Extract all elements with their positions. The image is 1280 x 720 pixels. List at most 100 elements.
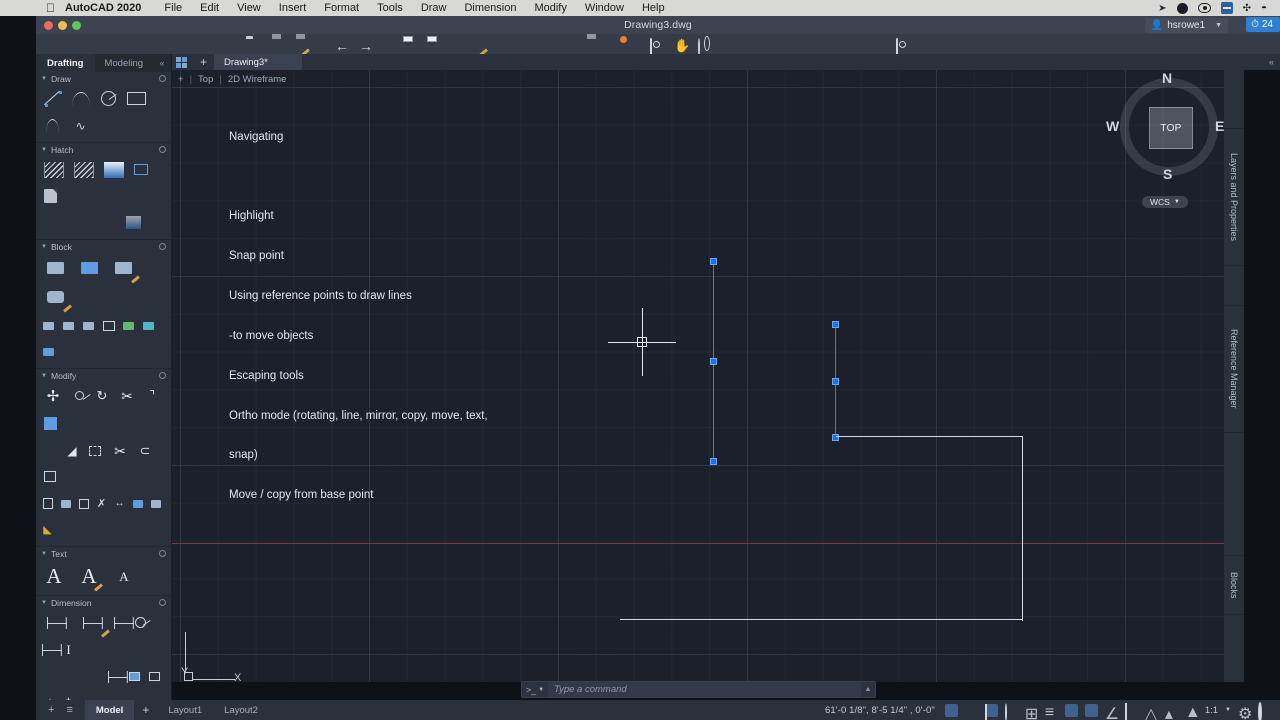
plot-preview-icon[interactable] [424,39,439,54]
record-circle-icon[interactable] [1172,2,1193,14]
tool-spline[interactable]: ∿ [68,114,93,137]
tool-dim-ordinate[interactable] [106,665,128,688]
tool-circle[interactable] [96,87,121,110]
menu-help[interactable]: Help [633,2,674,14]
tool-line[interactable] [40,87,65,110]
trial-clock-badge[interactable]: ⏱ 24 [1246,17,1280,32]
menu-format[interactable]: Format [315,2,368,14]
tool-stretch[interactable]: ↔ [112,492,127,515]
polyline-right-segment[interactable] [1022,436,1024,621]
tool-align[interactable] [130,492,145,515]
section-header-block[interactable]: ▼ Block [36,240,171,253]
plus-icon[interactable]: + [193,55,214,69]
new-layout-button[interactable]: + [134,700,157,720]
page-setup-icon[interactable] [448,39,463,54]
gear-icon[interactable] [159,243,166,250]
menu-view[interactable]: View [228,2,270,14]
export-icon[interactable] [537,39,552,54]
import-icon[interactable] [513,39,528,54]
pan-icon[interactable]: ✋ [674,39,690,54]
app-name-label[interactable]: AutoCAD 2020 [65,2,155,14]
tool-rotate[interactable]: ↻ [92,384,112,407]
tool-mirror[interactable]: ◢ [62,439,82,462]
viewcube-west-label[interactable]: W [1106,118,1119,134]
gear-icon[interactable] [1258,701,1271,720]
grip-point[interactable] [832,378,839,385]
workspace-icon[interactable]: ▲ [1185,704,1201,720]
document-tab-drawing3[interactable]: Drawing3* [214,54,302,70]
apple-logo-icon[interactable]:  [0,2,65,14]
tool-chamfer[interactable]: ⊂ [135,439,155,462]
tool-hatch-transparency[interactable] [121,211,146,234]
tool-trim[interactable]: ✂ [115,384,139,407]
undo-icon[interactable]: ← [335,39,350,54]
gear-icon[interactable] [159,599,166,606]
save-block-icon[interactable] [585,39,600,54]
wifi-icon[interactable]: ◓ [1256,3,1272,14]
tool-block-redefine[interactable] [40,340,57,363]
tool-block-green[interactable] [120,314,137,337]
object-snap-icon[interactable]: ⊞ [1025,704,1038,720]
node-link-icon[interactable] [811,39,826,54]
collapse-ribbon-icon[interactable]: « [1269,57,1280,67]
tool-hatch[interactable] [40,158,67,181]
layout-tab-layout1[interactable]: Layout1 [157,700,213,720]
block-editor-icon[interactable] [739,39,754,54]
annotation-visibility-icon[interactable] [1124,702,1138,720]
polyline-bottom-segment[interactable] [620,619,1023,621]
tool-array[interactable] [40,412,60,435]
tool-dim-linear[interactable] [40,611,73,635]
tool-scale[interactable] [85,439,105,462]
save-icon[interactable] [270,39,285,54]
user-account-chip[interactable]: 👤 hsrowe1 ▼ [1144,18,1228,33]
orbit-icon[interactable] [698,37,713,57]
tool-boundary[interactable] [40,184,61,207]
sidebar-tab-layers-and-properties[interactable]: Layers and Properties [1224,128,1244,266]
tool-block-cyan[interactable] [140,314,157,337]
gear-icon[interactable] [159,550,166,557]
tab-modeling[interactable]: Modeling [95,54,154,72]
tool-edit-text[interactable]: A [76,563,103,592]
attach-icon[interactable] [561,39,576,54]
drawing-canvas[interactable]: + | Top | 2D Wireframe Navigating Highli… [172,70,1224,682]
location-arrow-icon[interactable]: ➤ [1153,3,1171,14]
menu-edit[interactable]: Edit [191,2,228,14]
tab-drafting[interactable]: Drafting [36,54,95,72]
layout-tab-layout2[interactable]: Layout2 [213,700,269,720]
customization-icon[interactable]: ⚙ [1238,704,1252,720]
open-icon[interactable] [246,39,261,54]
tool-block-add[interactable] [100,314,117,337]
tool-insert-block[interactable] [74,255,105,281]
layout-tab-model[interactable]: Model [84,700,135,720]
coordinate-readout[interactable]: 61'-0 1/8", 8'-5 1/4" , 0'-0" [825,705,945,716]
add-layout-icon[interactable]: + [48,704,54,716]
tool-dim-center[interactable]: I [60,638,77,661]
tool-hatch-edit[interactable] [130,158,151,181]
save-as-icon[interactable] [294,39,310,57]
command-line[interactable]: >_ ▼ ▲ [521,681,876,698]
sidebar-tab-reference-manager[interactable]: Reference Manager [1224,305,1244,433]
command-input[interactable] [548,682,861,697]
menu-window[interactable]: Window [576,2,633,14]
section-header-modify[interactable]: ▼ Modify [36,369,171,382]
tool-extend[interactable]: ✂ [108,439,132,462]
tool-edit-block[interactable] [108,255,140,284]
grip-point[interactable] [710,258,717,265]
tool-block-attribute[interactable] [40,284,72,313]
tool-break[interactable]: ✗ [94,492,109,515]
sidebar-tab-blocks[interactable]: Blocks [1224,555,1244,615]
tool-dim-radius[interactable] [132,611,149,634]
selection-cycling-icon[interactable]: ∠ [1105,704,1119,720]
tool-dim-break[interactable] [126,665,143,688]
grip-point[interactable] [832,321,839,328]
plot-icon[interactable] [400,39,415,54]
tool-join[interactable] [76,492,91,515]
list-layouts-icon[interactable]: ≡ [66,704,72,716]
tool-3d-box[interactable] [40,465,60,488]
chevron-up-icon[interactable]: ▲ [861,686,875,693]
find-icon[interactable] [896,37,911,57]
command-prompt-icon[interactable]: >_ ▼ [522,685,548,695]
display-link-icon[interactable] [1216,2,1238,14]
tool-gradient[interactable] [100,158,127,181]
section-header-text[interactable]: ▼ Text [36,547,171,560]
